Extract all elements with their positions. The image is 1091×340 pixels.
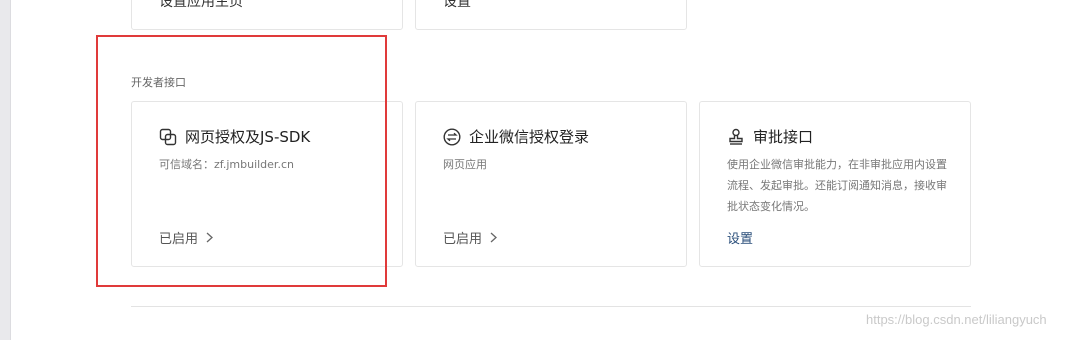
stamp-icon [727,128,745,146]
settings-link[interactable]: 设置 [727,228,753,247]
top-card-text: 设置 [443,0,471,10]
card-title: 网页授权及JS-SDK [185,128,311,146]
api-card-web-auth[interactable]: 网页授权及JS-SDK 可信域名：zf.jmbuilder.cn 已启用 [131,101,403,267]
card-description: 可信域名：zf.jmbuilder.cn [159,158,294,171]
section-title: 开发者接口 [131,76,186,89]
status-enabled-link[interactable]: 已启用 [159,228,213,247]
card-description: 使用企业微信审批能力，在非审批应用内设置流程、发起审批。还能订阅通知消息，接收审… [727,158,947,213]
wecom-login-icon [443,127,461,146]
divider [131,306,971,307]
api-card-approval[interactable]: 审批接口 使用企业微信审批能力，在非审批应用内设置流程、发起审批。还能订阅通知消… [699,101,971,267]
card-header: 网页授权及JS-SDK [159,126,310,147]
top-card-text: 设置应用主页 [159,0,243,10]
left-scroll-rail [0,0,11,340]
status-label: 已启用 [443,232,483,247]
chevron-right-icon [490,232,497,243]
web-auth-icon [159,128,177,146]
card-header: 企业微信授权登录 [443,126,589,147]
api-card-wecom-login[interactable]: 企业微信授权登录 网页应用 已启用 [415,101,687,267]
card-title: 企业微信授权登录 [469,128,590,146]
top-card-settings[interactable]: 设置 [415,0,687,30]
chevron-right-icon [206,232,213,243]
top-card-app-homepage[interactable]: 设置应用主页 [131,0,403,30]
card-description: 网页应用 [443,158,487,171]
status-enabled-link[interactable]: 已启用 [443,228,497,247]
watermark: https://blog.csdn.net/liliangyuch [866,312,1047,327]
status-label: 已启用 [159,232,199,247]
card-title: 审批接口 [753,128,814,146]
card-header: 审批接口 [727,126,813,147]
